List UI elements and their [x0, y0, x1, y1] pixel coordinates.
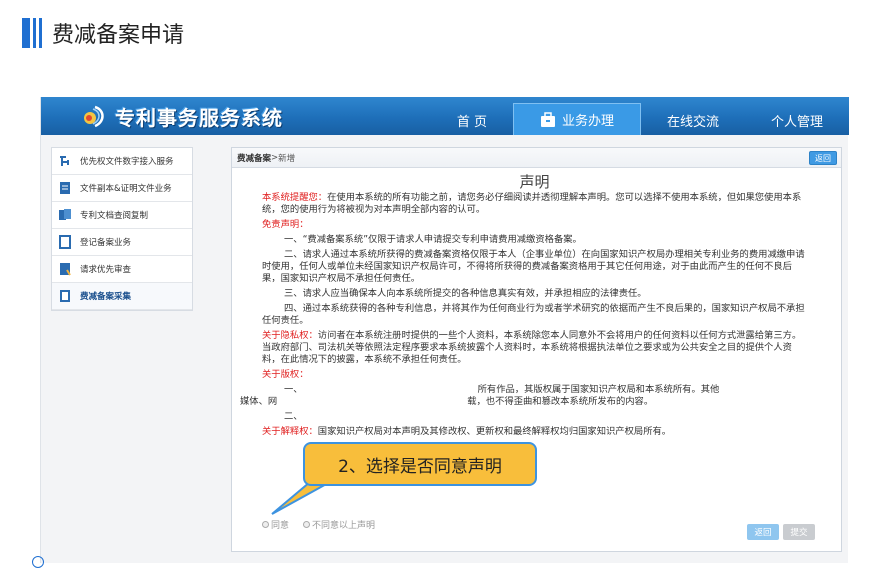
- copyright-1-d: 载，也不得歪曲和篡改本系统所发布的内容。: [467, 396, 654, 407]
- nav-online-chat[interactable]: 在线交流: [641, 105, 745, 135]
- app-screenshot: 专利事务服务系统 首 页 业务办理 在线交流 个人管理 优先权文件数字接入服务 …: [40, 97, 849, 563]
- privacy-label: 关于隐私权：: [262, 330, 318, 341]
- nav-business-label: 业务办理: [561, 114, 614, 129]
- copyright-clause-1: 一、 所有作品，其版权属于国家知识产权局和本系统所有。其他 媒体、网 载，也不得歪曲…: [240, 384, 807, 408]
- disclaimer-clause-3: 三、请求人应当确保本人向本系统所提交的各种信息真实有效，并承担相应的法律责任。: [284, 288, 647, 299]
- title-accent-icon: [22, 18, 42, 48]
- reminder-paragraph: 本系统提醒您：在使用本系统的所有功能之前，请您务必仔细阅读并透彻理解本声明。您可…: [262, 192, 807, 216]
- interpretation-paragraph: 关于解释权：国家知识产权局对本声明及其修改权、更新权和最终解释权均归国家知识产权…: [262, 426, 807, 438]
- nav-personal[interactable]: 个人管理: [745, 105, 849, 135]
- document-icon: [60, 182, 70, 194]
- radio-dot-icon: [303, 521, 311, 528]
- back-button-top[interactable]: 返回: [809, 151, 837, 165]
- sidebar-item-label: 文件副本&证明文件业务: [80, 184, 172, 194]
- interpretation-label: 关于解释权：: [262, 426, 318, 437]
- breadcrumb-section[interactable]: 费减备案: [237, 152, 271, 164]
- reminder-text: 在使用本系统的所有功能之前，请您务必仔细阅读并透彻理解本声明。您可以选择不使用本…: [262, 192, 802, 215]
- disclaimer-label: 免责声明：: [262, 219, 309, 230]
- node-icon: [60, 156, 69, 166]
- form-actions: 返回 提交: [747, 524, 815, 540]
- copyright-clause-2: 二、: [284, 411, 303, 422]
- agreement-options: 同意 不同意以上声明: [262, 518, 375, 531]
- sidebar-item-label: 优先权文件数字接入服务: [80, 157, 174, 167]
- sidebar-item-label: 请求优先审查: [80, 265, 132, 275]
- reminder-label: 本系统提醒您：: [262, 192, 328, 203]
- interpretation-text: 国家知识产权局对本声明及其修改权、更新权和最终解释权均归国家知识产权局所有。: [317, 426, 672, 437]
- breadcrumb: 费减备案 > 新增 返回: [232, 148, 841, 168]
- copyright-label: 关于版权：: [262, 369, 309, 380]
- priority-icon: [60, 263, 71, 276]
- disclaimer-clause-4: 四、通过本系统获得的各种专利信息，并将其作为任何商业行为或者学术研究的依据而产生…: [262, 303, 805, 326]
- page-title: 费减备案申请: [52, 23, 185, 48]
- instruction-callout: 2、选择是否同意声明: [303, 442, 537, 486]
- sidebar-item-doc-review[interactable]: 专利文档查阅复制: [52, 202, 192, 229]
- disagree-radio[interactable]: 不同意以上声明: [303, 518, 375, 531]
- sidebar-item-fee-reduction[interactable]: 费减备案采集: [52, 283, 192, 310]
- page-header: 费减备案申请: [22, 18, 184, 48]
- sidebar-item-label: 专利文档查阅复制: [80, 211, 149, 221]
- app-logo[interactable]: 专利事务服务系统: [81, 102, 283, 131]
- sidebar-item-priority-digital[interactable]: 优先权文件数字接入服务: [52, 148, 192, 175]
- sidebar-item-label: 费减备案采集: [80, 292, 132, 302]
- fee-reduction-icon: [60, 290, 70, 302]
- top-navbar: 专利事务服务系统 首 页 业务办理 在线交流 个人管理: [41, 97, 849, 135]
- radio-dot-icon: [262, 521, 269, 528]
- sidebar-item-priority-exam[interactable]: 请求优先审查: [52, 256, 192, 283]
- agree-radio[interactable]: 同意: [262, 518, 289, 531]
- breadcrumb-current: 新增: [278, 153, 296, 164]
- sidebar-item-registration[interactable]: 登记备案业务: [52, 229, 192, 256]
- nav-business[interactable]: 业务办理: [512, 103, 641, 135]
- copyright-1-a: 一、: [284, 384, 303, 395]
- main-nav: 首 页 业务办理 在线交流 个人管理: [431, 97, 849, 135]
- copy-document-icon: [59, 209, 71, 220]
- statement-document: 声明 本系统提醒您：在使用本系统的所有功能之前，请您务必仔细阅读并透彻理解本声明…: [240, 173, 807, 441]
- privacy-paragraph: 关于隐私权：访问者在本系统注册时提供的一些个人资料，本系统除您本人同意外不会将用…: [262, 330, 807, 366]
- sidebar-item-label: 登记备案业务: [80, 238, 132, 248]
- copyright-1-c: 媒体、网: [240, 396, 278, 407]
- breadcrumb-separator: >: [271, 152, 279, 163]
- briefcase-icon: [540, 111, 555, 127]
- corner-circle-icon: [32, 556, 44, 568]
- logo-text: 专利事务服务系统: [115, 106, 283, 130]
- register-icon: [59, 235, 71, 249]
- back-button[interactable]: 返回: [747, 524, 779, 540]
- statement-title: 声明: [519, 173, 550, 191]
- nav-home[interactable]: 首 页: [431, 105, 513, 135]
- disclaimer-clause-2: 二、请求人通过本系统所获得的费减备案资格仅限于本人（企事业单位）在向国家知识产权…: [262, 249, 805, 284]
- sidebar-item-file-copy[interactable]: 文件副本&证明文件业务: [52, 175, 192, 202]
- disagree-label: 不同意以上声明: [312, 521, 376, 531]
- agree-label: 同意: [271, 521, 290, 531]
- disclaimer-clause-1: 一、“费减备案系统”仅限于请求人申请提交专利申请费用减缴资格备案。: [284, 234, 582, 245]
- sidebar: 优先权文件数字接入服务 文件副本&证明文件业务 专利文档查阅复制 登记备案业务 …: [51, 147, 193, 311]
- privacy-text: 访问者在本系统注册时提供的一些个人资料，本系统除您本人同意外不会将用户的任何资料…: [262, 330, 802, 365]
- logo-swirl-icon: [84, 105, 104, 127]
- submit-button[interactable]: 提交: [783, 524, 815, 540]
- copyright-1-b: 所有作品，其版权属于国家知识产权局和本系统所有。其他: [477, 384, 720, 395]
